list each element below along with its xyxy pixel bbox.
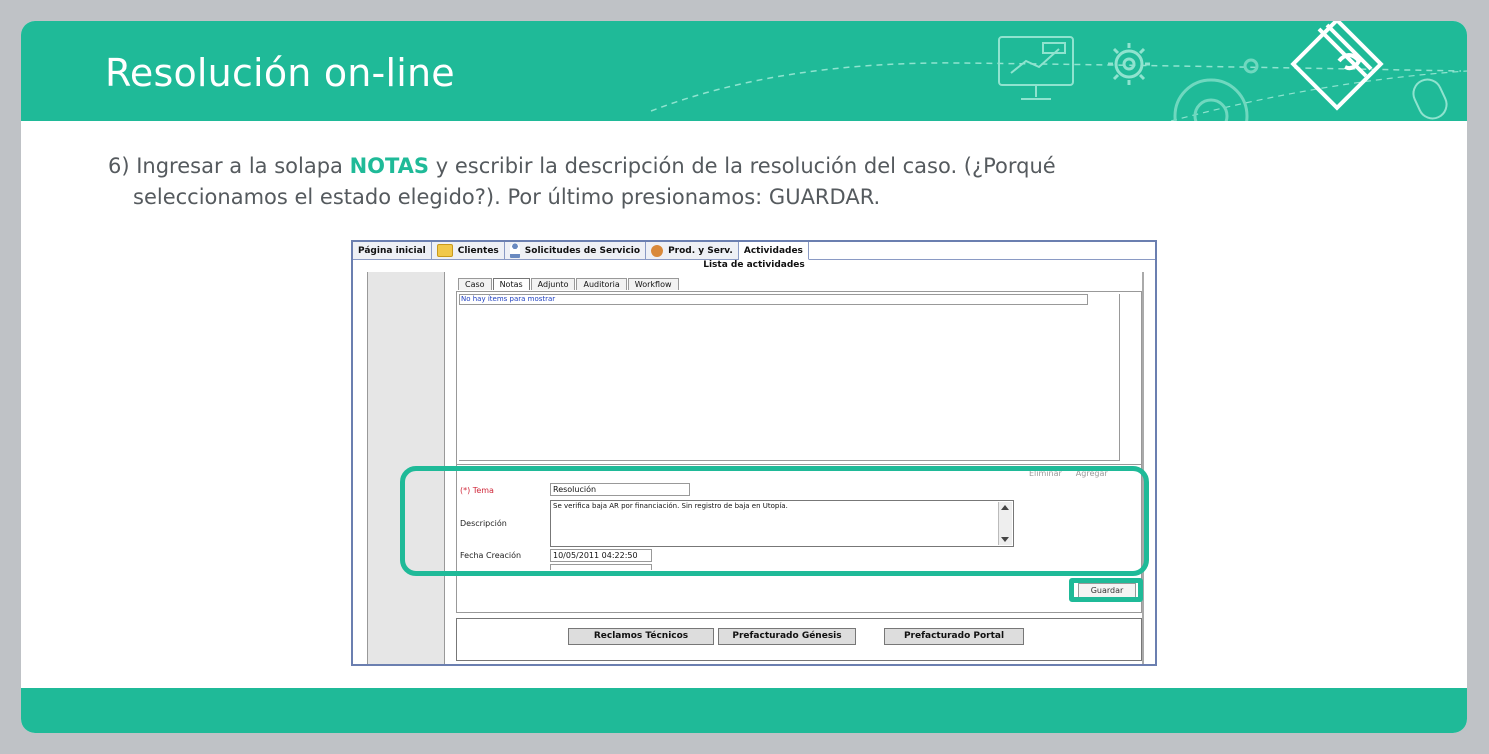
gears-icon <box>651 244 664 257</box>
notas-keyword: NOTAS <box>349 154 430 178</box>
mouse-icon <box>1412 78 1448 120</box>
nav-tab-actividades[interactable]: Actividades <box>738 242 809 260</box>
nav-tab-prod-serv[interactable]: Prod. y Serv. <box>646 242 739 259</box>
person-icon <box>509 243 520 258</box>
edit-logo-icon <box>1290 21 1384 111</box>
main-nav: Página inicial Clientes Solicitudes de S… <box>353 242 1155 260</box>
monitor-icon <box>998 36 1074 100</box>
sub-tabs: Caso Notas Adjunto Auditoria Workflow <box>458 278 680 290</box>
instruction-line-2: seleccionamos el estado elegido?). Por ú… <box>133 185 881 209</box>
nav-tab-pagina-inicial[interactable]: Página inicial <box>353 242 432 259</box>
tab-caso[interactable]: Caso <box>458 278 492 290</box>
prefacturado-portal-button[interactable]: Prefacturado Portal <box>884 628 1024 645</box>
notes-list[interactable] <box>459 294 1120 461</box>
reclamos-tecnicos-button[interactable]: Reclamos Técnicos <box>568 628 714 645</box>
guardar-highlight-box <box>1069 578 1143 602</box>
prefacturado-genesis-button[interactable]: Prefacturado Génesis <box>718 628 856 645</box>
gear-icon <box>1108 43 1150 85</box>
nav-tab-solicitudes[interactable]: Solicitudes de Servicio <box>504 242 647 259</box>
list-caption: Lista de actividades <box>703 260 805 270</box>
instruction-text: 6) Ingresar a la solapa NOTAS y escribir… <box>108 151 1108 213</box>
title-banner: Resolución on-line <box>21 21 1467 121</box>
folder-icon <box>436 244 453 257</box>
form-highlight-box <box>400 466 1149 576</box>
instruction-line-1: 6) Ingresar a la solapa NOTAS y escribir… <box>108 154 1056 178</box>
footer-bar <box>21 688 1467 733</box>
notes-list-panel: No hay ítems para mostrar <box>456 291 1142 465</box>
tab-adjunto[interactable]: Adjunto <box>530 278 576 290</box>
tab-auditoria[interactable]: Auditoria <box>576 278 627 290</box>
empty-list-message: No hay ítems para mostrar <box>459 294 1088 305</box>
large-gear-icon <box>1173 58 1259 121</box>
tab-workflow[interactable]: Workflow <box>627 278 679 290</box>
tab-notas[interactable]: Notas <box>492 278 530 290</box>
nav-tab-clientes[interactable]: Clientes <box>431 242 505 259</box>
app-screenshot: Página inicial Clientes Solicitudes de S… <box>351 240 1157 666</box>
slide-title: Resolución on-line <box>105 51 455 95</box>
